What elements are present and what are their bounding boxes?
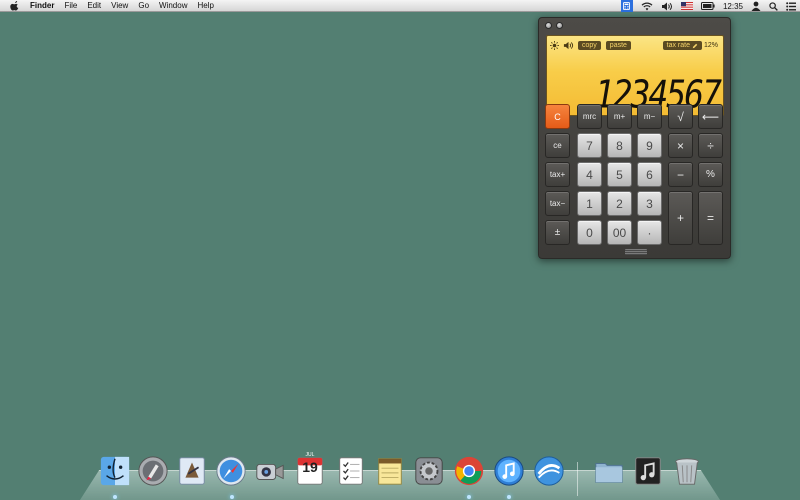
spotlight-icon[interactable]	[769, 0, 778, 12]
plus-minus-button[interactable]: ±	[545, 220, 570, 245]
itunes-stack-icon[interactable]	[631, 454, 665, 488]
digit-4-button[interactable]: 4	[577, 162, 602, 187]
notes-icon[interactable]	[373, 454, 407, 488]
ce-button[interactable]: ce	[545, 133, 570, 158]
mail-icon[interactable]	[175, 454, 209, 488]
window-controls	[545, 22, 563, 29]
dock-separator	[577, 462, 578, 496]
notification-center-icon[interactable]	[786, 0, 796, 12]
pencil-icon	[692, 43, 698, 48]
menu-view[interactable]: View	[111, 0, 128, 12]
downloads-folder-icon[interactable]	[592, 454, 626, 488]
decimal-button[interactable]: ·	[637, 220, 662, 245]
m-plus-button[interactable]: m+	[607, 104, 632, 129]
tax-plus-button[interactable]: tax+	[545, 162, 570, 187]
battery-icon[interactable]	[700, 0, 715, 12]
safari-running-indicator	[230, 495, 234, 499]
digit-6-button[interactable]: 6	[637, 162, 662, 187]
tax-rate-label: tax rate	[666, 42, 690, 49]
display-toolbar: copy paste tax rate 12%	[550, 40, 720, 51]
plus-button[interactable]: +	[668, 191, 693, 245]
menu-edit[interactable]: Edit	[87, 0, 101, 12]
brightness-icon[interactable]	[550, 41, 559, 51]
calculator-window: copy paste tax rate 12% 1234567 C mrc m+…	[538, 17, 731, 259]
sound-icon[interactable]	[563, 41, 574, 51]
equals-button[interactable]: =	[698, 191, 723, 245]
finder-running-indicator	[113, 495, 117, 499]
us-flag-icon[interactable]	[680, 0, 693, 12]
apple-menu-icon[interactable]	[10, 0, 20, 11]
wifi-icon[interactable]	[641, 0, 653, 12]
calendar-month: JUL	[305, 452, 315, 458]
menu-file[interactable]: File	[64, 0, 77, 12]
digit-2-button[interactable]: 2	[607, 191, 632, 216]
backspace-button[interactable]: ⟵	[698, 104, 723, 129]
clear-button[interactable]: C	[545, 104, 570, 129]
menu-window[interactable]: Window	[159, 0, 187, 12]
tax-rate-button[interactable]: tax rate	[662, 41, 702, 50]
launchpad-icon[interactable]	[136, 454, 170, 488]
menu-help[interactable]: Help	[197, 0, 213, 12]
digit-5-button[interactable]: 5	[607, 162, 632, 187]
window-close-button[interactable]	[545, 22, 552, 29]
calendar-icon[interactable]: JUL 19	[293, 452, 327, 488]
chrome-icon[interactable]	[452, 454, 486, 488]
menu-bar: Finder File Edit View Go Window Help 12:…	[0, 0, 800, 12]
chrome-running-indicator	[467, 495, 471, 499]
system-preferences-icon[interactable]	[412, 454, 446, 488]
window-minimize-button[interactable]	[556, 22, 563, 29]
digit-7-button[interactable]: 7	[577, 133, 602, 158]
m-minus-button[interactable]: m−	[637, 104, 662, 129]
user-icon[interactable]	[751, 0, 761, 12]
multiply-button[interactable]: ×	[668, 133, 693, 158]
menu-app-name[interactable]: Finder	[30, 0, 54, 12]
reminders-icon[interactable]	[334, 454, 368, 488]
mrc-button[interactable]: mrc	[577, 104, 602, 129]
volume-icon[interactable]	[661, 0, 673, 12]
double-zero-button[interactable]: 00	[607, 220, 632, 245]
safari-icon[interactable]	[214, 454, 248, 488]
divide-button[interactable]: ÷	[698, 133, 723, 158]
menu-go[interactable]: Go	[138, 0, 149, 12]
calendar-day: 19	[302, 459, 318, 475]
paste-button[interactable]: paste	[605, 41, 631, 50]
openoffice-icon[interactable]	[532, 454, 566, 488]
facetime-icon[interactable]	[253, 454, 287, 488]
finder-icon[interactable]	[98, 454, 132, 488]
sqrt-button[interactable]: √	[668, 104, 693, 129]
tax-rate-value: 12%	[703, 42, 718, 49]
calculator-display: copy paste tax rate 12% 1234567	[546, 35, 724, 116]
calculator-icon[interactable]	[620, 0, 633, 12]
minus-button[interactable]: −	[668, 162, 693, 187]
tax-minus-button[interactable]: tax−	[545, 191, 570, 216]
digit-0-button[interactable]: 0	[577, 220, 602, 245]
digit-1-button[interactable]: 1	[577, 191, 602, 216]
resize-handle[interactable]	[625, 249, 647, 255]
digit-8-button[interactable]: 8	[607, 133, 632, 158]
percent-button[interactable]: %	[698, 162, 723, 187]
status-area: 12:35	[620, 0, 796, 12]
digit-9-button[interactable]: 9	[637, 133, 662, 158]
clock[interactable]: 12:35	[723, 2, 743, 11]
itunes-running-indicator	[507, 495, 511, 499]
trash-icon[interactable]	[670, 454, 704, 488]
digit-3-button[interactable]: 3	[637, 191, 662, 216]
itunes-icon[interactable]	[492, 454, 526, 488]
copy-button[interactable]: copy	[578, 41, 601, 50]
